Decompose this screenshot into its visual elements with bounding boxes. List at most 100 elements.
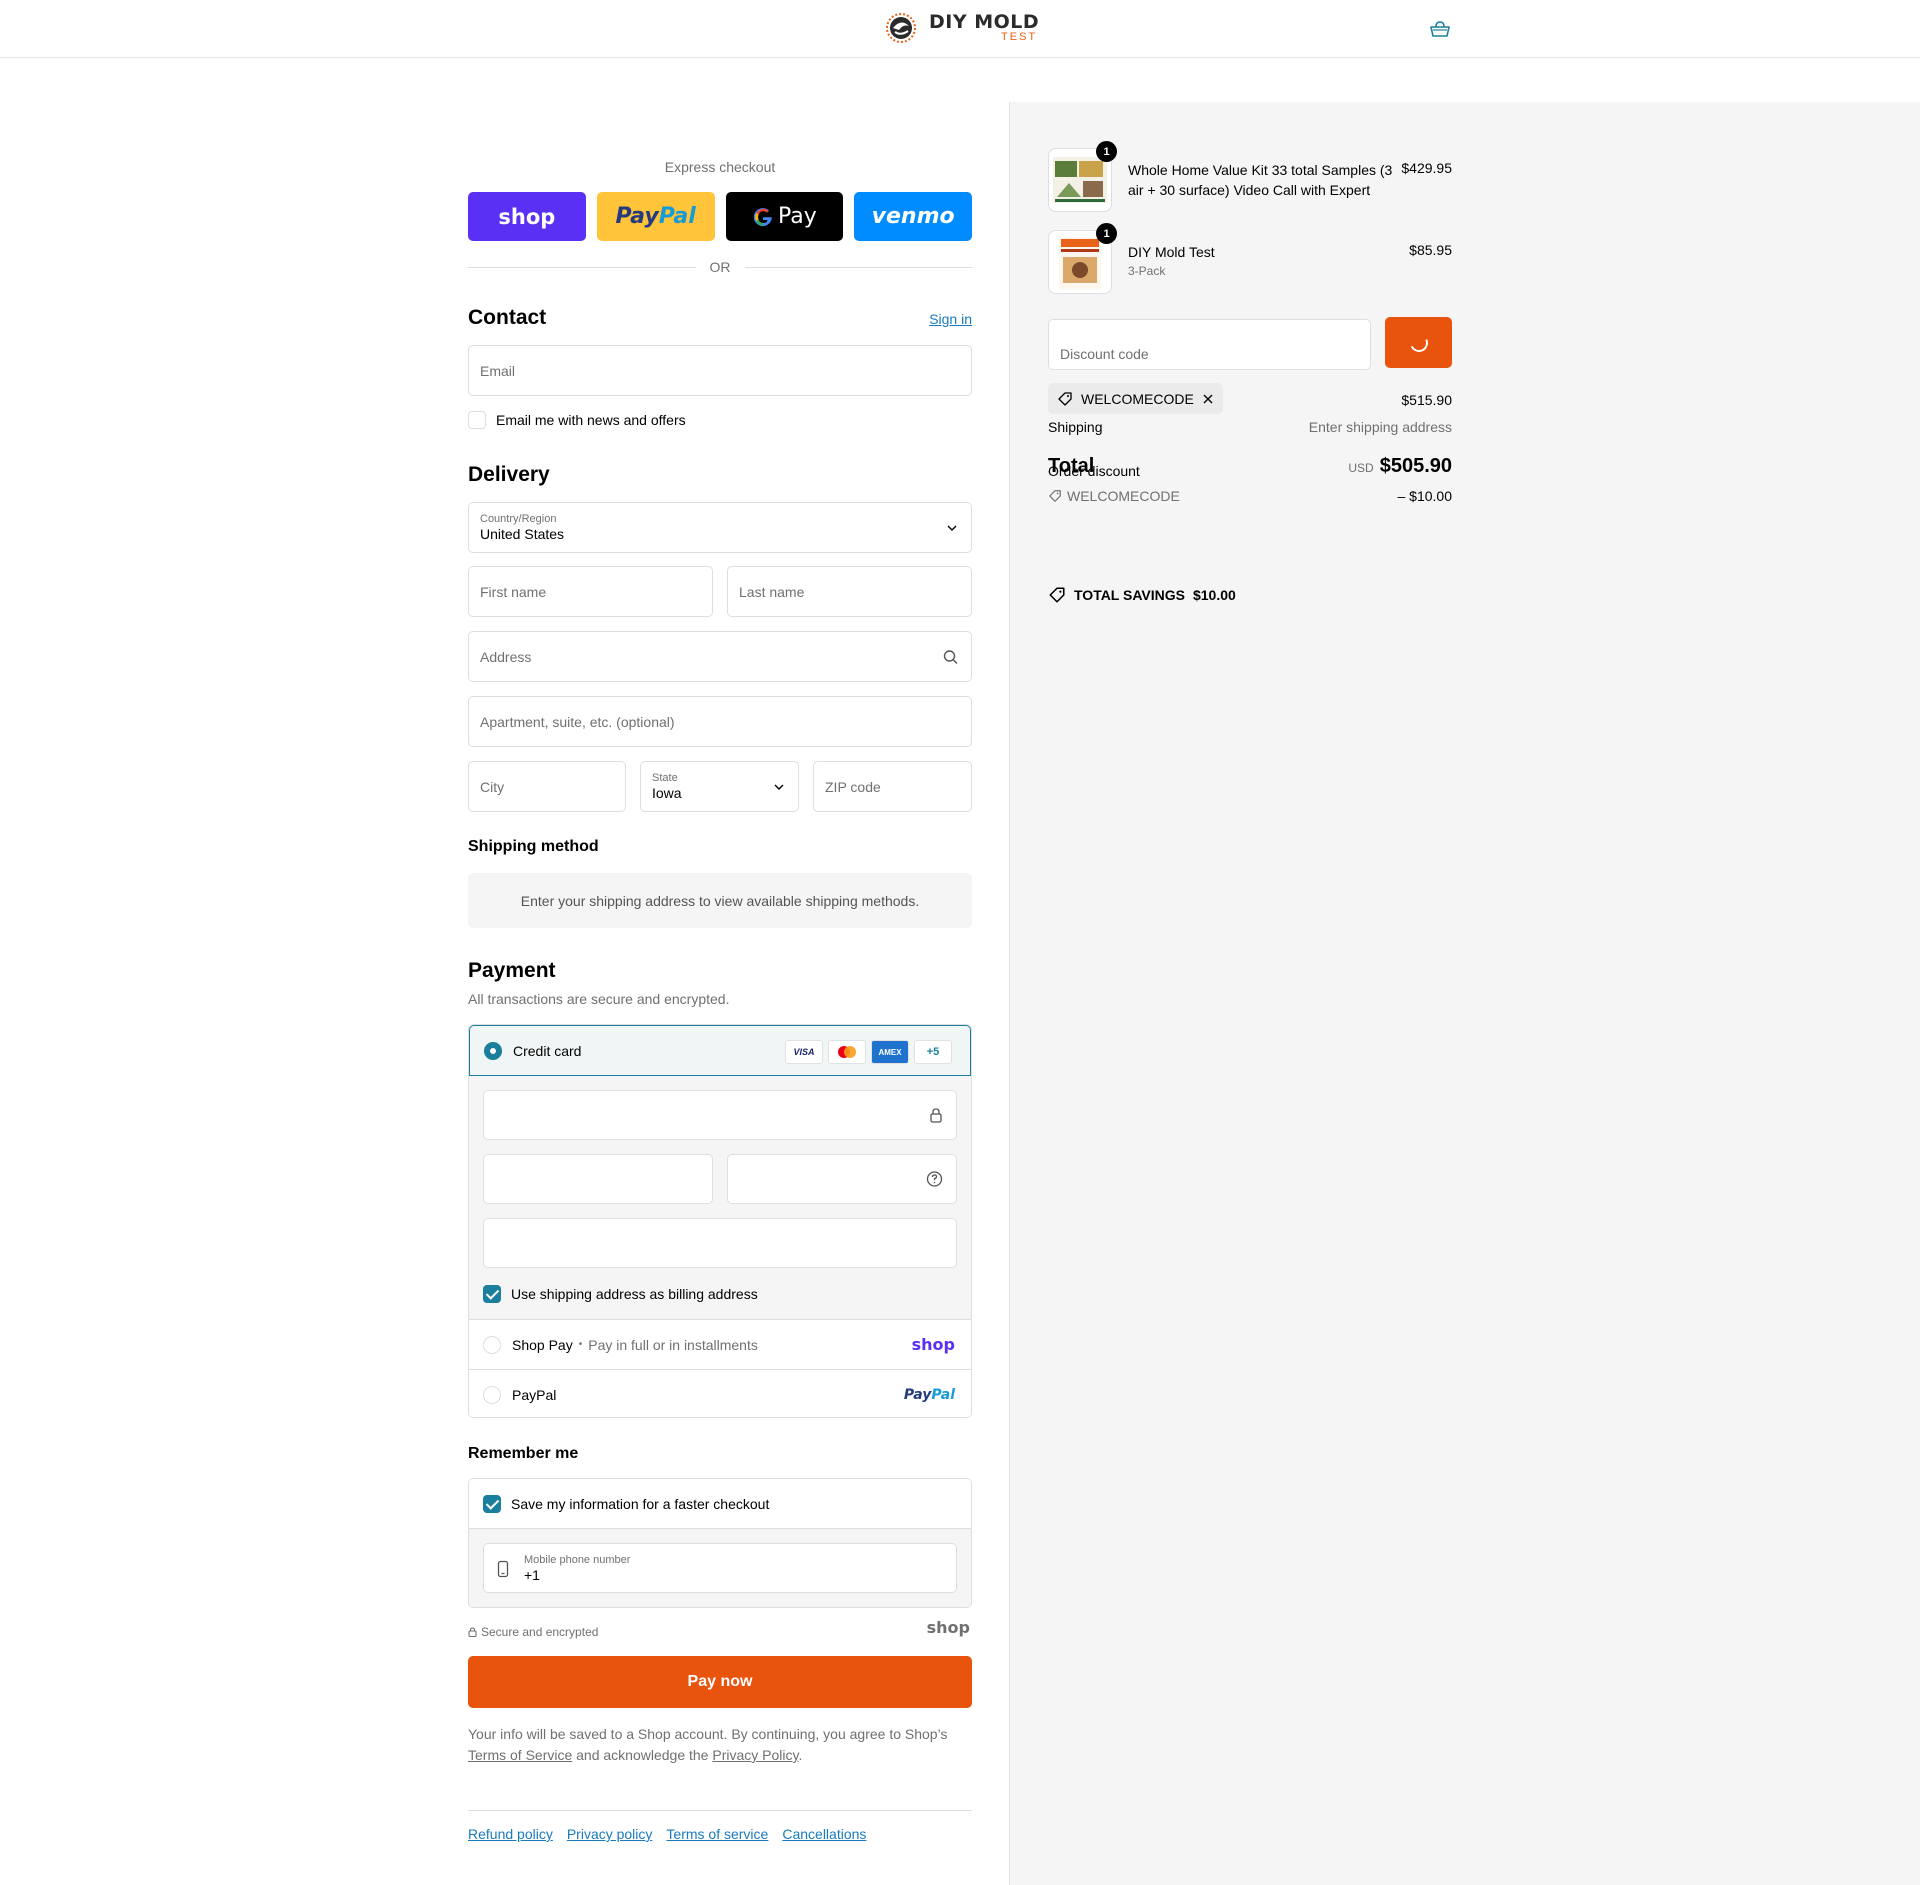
expiration-date-field[interactable] [483,1154,713,1204]
paypal-button[interactable]: Pay Pal [596,192,715,241]
first-name-field[interactable]: First name [468,566,713,617]
product-image: 1 [1048,223,1117,294]
shipping-method-heading: Shipping method [468,838,599,855]
shop-pay-label: Shop Pay [512,1336,573,1353]
visa-icon: VISA [785,1040,823,1064]
refund-policy-link[interactable]: Refund policy [468,1826,553,1842]
paypal-radio[interactable] [483,1385,501,1404]
discount-code-input[interactable]: Discount code [1048,319,1371,370]
quantity-badge: 1 [1096,223,1117,244]
mastercard-icon [828,1040,866,1064]
shop-pay-subtitle: Pay in full or in installments [588,1336,758,1353]
email-field[interactable]: Email [468,345,972,396]
newsletter-checkbox-row[interactable]: Email me with news and offers [468,411,686,429]
product-name: Whole Home Value Kit 33 total Samples (3… [1128,162,1393,198]
tag-icon [1049,490,1061,502]
footer-divider [468,1810,972,1811]
payment-subtitle: All transactions are secure and encrypte… [468,991,730,1007]
venmo-button[interactable]: venmo [854,192,972,241]
product-price: $85.95 [1409,242,1452,258]
terms-of-service-link[interactable]: Terms of service [666,1826,768,1842]
express-checkout-title: Express checkout [664,159,776,175]
credit-card-label: Credit card [513,1042,582,1059]
discount-row: WELCOMECODE – $10.00 [1048,488,1452,504]
paypal-option[interactable]: PayPal PayPal [469,1369,971,1417]
bag-icon[interactable] [1428,19,1452,39]
payment-heading: Payment [468,959,556,982]
close-icon[interactable] [1202,393,1214,405]
shop-pay-button[interactable]: shop [468,192,586,241]
name-on-card-field[interactable] [483,1218,957,1268]
credit-card-radio[interactable] [484,1041,502,1060]
logo-text: DIY MOLD [929,11,1040,33]
lock-icon [930,1108,942,1123]
or-divider: OR [468,259,972,275]
product-variant: 3-Pack [1128,264,1166,278]
remember-me-box: Save my information for a faster checkou… [468,1478,972,1608]
address-field[interactable]: Address [468,631,972,682]
newsletter-checkbox[interactable] [468,411,486,429]
newsletter-label: Email me with news and offers [496,412,686,428]
product-image: 1 [1048,141,1117,212]
chevron-down-icon [774,784,784,790]
site-header: DIY MOLD TEST [0,0,1920,58]
total-savings: TOTAL SAVINGS $10.00 [1048,586,1236,604]
save-info-label: Save my information for a faster checkou… [511,1495,770,1512]
pay-now-button[interactable]: Pay now [468,1656,972,1708]
tag-icon [1058,391,1072,406]
apply-discount-button[interactable] [1385,317,1452,368]
logo[interactable]: DIY MOLD TEST [875,12,1039,44]
search-icon [943,649,958,664]
delivery-heading: Delivery [468,463,550,486]
logo-mark-icon [886,13,916,43]
google-pay-button[interactable]: Pay [725,192,844,241]
security-code-field[interactable] [727,1154,957,1204]
country-select[interactable]: Country/Region United States [468,502,972,553]
shop-logo: shop [926,1618,970,1637]
shipping-row: Shipping Enter shipping address [1048,419,1452,435]
card-number-field[interactable] [483,1090,957,1140]
total-label: Total [1048,455,1095,477]
subtotal-value: $515.90 [1401,392,1452,408]
quantity-badge: 1 [1096,141,1117,162]
logo-subtext: TEST [1001,31,1038,43]
google-g-icon [753,207,772,226]
express-buttons: shop Pay Pal Pay venmo [468,192,972,241]
amex-icon: AMEX [871,1040,909,1064]
footer-links: Refund policy Privacy policy Terms of se… [468,1826,866,1842]
product-name: DIY Mold Test [1128,244,1215,260]
city-field[interactable]: City [468,761,626,812]
help-circle-icon[interactable] [926,1171,943,1188]
card-brands: VISA AMEX +5 [785,1040,952,1064]
legal-text: Your info will be saved to a Shop accoun… [468,1726,948,1763]
mobile-phone-field[interactable]: Mobile phone number +1 [483,1543,957,1593]
save-info-checkbox[interactable] [483,1494,501,1513]
apartment-field[interactable]: Apartment, suite, etc. (optional) [468,696,972,747]
credit-card-form: Use shipping address as billing address [469,1076,971,1319]
total-amount: USD $505.90 [1348,455,1452,477]
save-info-row[interactable]: Save my information for a faster checkou… [469,1479,971,1529]
applied-discount-chip: WELCOMECODE [1048,383,1223,414]
paypal-logo: PayPal [903,1386,955,1403]
billing-same-row[interactable]: Use shipping address as billing address [483,1285,758,1303]
billing-same-label: Use shipping address as billing address [511,1286,758,1302]
state-select[interactable]: State Iowa [640,761,799,812]
payment-methods: Credit card VISA AMEX +5 Use shipping ad… [468,1024,972,1418]
privacy-policy-link[interactable]: Privacy policy [567,1826,653,1842]
shop-pay-option[interactable]: Shop Pay • Pay in full or in installment… [469,1319,971,1369]
shop-privacy-link[interactable]: Privacy Policy [712,1747,798,1763]
last-name-field[interactable]: Last name [727,566,972,617]
more-cards-badge: +5 [914,1040,952,1064]
chevron-down-icon [947,525,957,531]
lock-icon [468,1627,477,1637]
shop-terms-link[interactable]: Terms of Service [468,1747,572,1763]
sign-in-link[interactable]: Sign in [929,311,972,327]
paypal-label: PayPal [512,1386,557,1403]
cancellations-link[interactable]: Cancellations [782,1826,866,1842]
shop-pay-radio[interactable] [483,1335,501,1354]
secure-encrypted-note: Secure and encrypted [468,1625,598,1639]
zip-field[interactable]: ZIP code [813,761,972,812]
billing-same-checkbox[interactable] [483,1285,501,1303]
credit-card-option[interactable]: Credit card VISA AMEX +5 [469,1025,971,1076]
contact-heading: Contact [468,306,547,329]
